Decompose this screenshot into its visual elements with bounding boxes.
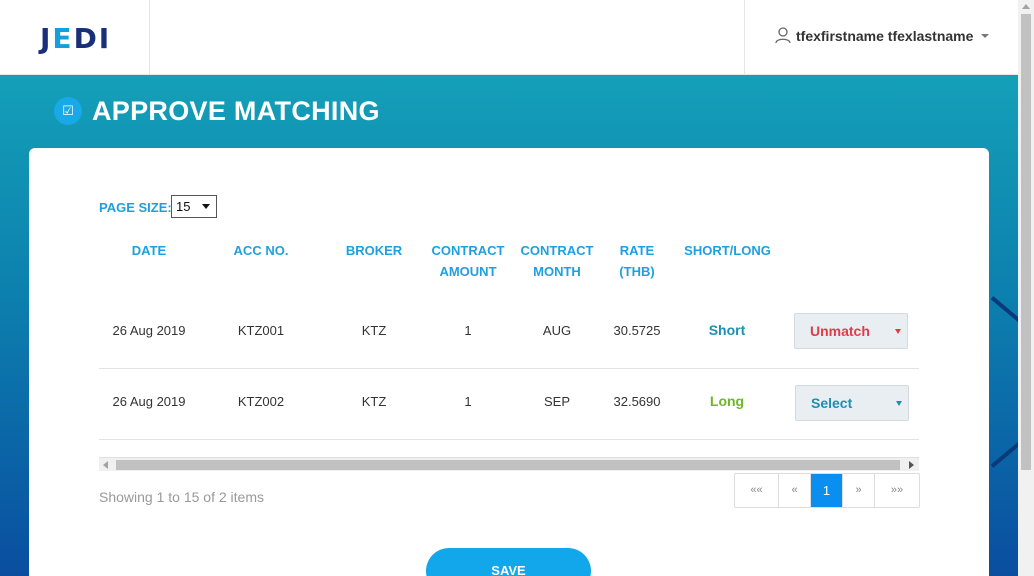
column-header-contract-amount-line1: CONTRACT <box>431 243 505 258</box>
column-header-date: DATE <box>131 243 167 258</box>
logo-cell: JEDI <box>0 0 150 75</box>
column-header-rate: RATE (THB) <box>610 240 664 282</box>
jedi-logo[interactable]: JEDI <box>40 22 111 55</box>
table-cell-short-long: Short <box>708 322 746 338</box>
user-menu[interactable]: tfexfirstname tfexlastname <box>744 0 1018 75</box>
user-name[interactable]: tfexfirstname tfexlastname <box>796 28 973 44</box>
pagination: «« « 1 » »» <box>734 473 920 508</box>
row-divider <box>99 368 919 369</box>
column-header-broker: BROKER <box>345 243 403 258</box>
table-cell-date: 26 Aug 2019 <box>112 323 186 338</box>
table-cell-contract-month: SEP <box>543 394 570 409</box>
table-cell-contract-amount: 1 <box>464 394 472 409</box>
page-1-button[interactable]: 1 <box>811 474 843 507</box>
scroll-right-icon[interactable] <box>909 461 914 469</box>
first-page-button[interactable]: «« <box>735 474 779 507</box>
dropdown-arrow-icon <box>895 329 901 334</box>
dropdown-arrow-icon <box>202 204 210 209</box>
column-header-rate-line2: (THB) <box>619 264 655 279</box>
column-header-contract-month: CONTRACT MONTH <box>519 240 595 282</box>
table-cell-broker: KTZ <box>361 394 387 409</box>
decorative-line <box>990 296 1018 338</box>
scroll-left-icon[interactable] <box>103 461 108 469</box>
save-button[interactable]: SAVE <box>426 548 591 576</box>
scrollbar-thumb[interactable] <box>116 460 900 470</box>
row-divider <box>99 439 919 440</box>
table-cell-rate: 32.5690 <box>613 394 661 409</box>
column-header-contract-month-line1: CONTRACT <box>520 243 594 258</box>
user-icon <box>775 27 791 44</box>
last-page-button[interactable]: »» <box>875 474 919 507</box>
column-header-acc-no: ACC NO. <box>233 243 289 258</box>
table-cell-broker: KTZ <box>361 323 387 338</box>
scrollbar-thumb[interactable] <box>1021 14 1031 470</box>
table-cell-acc-no: KTZ001 <box>237 323 285 338</box>
table-horizontal-scrollbar[interactable] <box>99 457 919 471</box>
scroll-up-icon[interactable] <box>1022 4 1030 9</box>
table-cell-contract-amount: 1 <box>464 323 472 338</box>
checkbox-icon: ☑ <box>54 97 82 125</box>
page-vertical-scrollbar[interactable] <box>1018 0 1034 576</box>
next-page-button[interactable]: » <box>843 474 875 507</box>
page-size-select[interactable]: 15 <box>171 195 217 218</box>
column-header-rate-line1: RATE <box>619 243 655 258</box>
match-action-select[interactable]: Select <box>795 385 909 421</box>
table-cell-date: 26 Aug 2019 <box>112 394 186 409</box>
decorative-line <box>990 426 1018 468</box>
column-header-short-long: SHORT/LONG <box>684 243 771 258</box>
dropdown-arrow-icon <box>896 401 902 406</box>
page-title: APPROVE MATCHING <box>92 96 380 126</box>
table-cell-acc-no: KTZ002 <box>237 394 285 409</box>
page-size-label: PAGE SIZE: <box>99 200 172 215</box>
table-cell-rate: 30.5725 <box>613 323 661 338</box>
match-action-value: Select <box>811 395 853 411</box>
prev-page-button[interactable]: « <box>779 474 811 507</box>
top-bar: JEDI tfexfirstname tfexlastname <box>0 0 1018 75</box>
showing-items-text: Showing 1 to 15 of 2 items <box>99 489 264 505</box>
column-header-contract-amount-line2: AMOUNT <box>439 264 497 279</box>
match-action-select[interactable]: Unmatch <box>794 313 908 349</box>
column-header-contract-amount: CONTRACT AMOUNT <box>430 240 506 282</box>
match-action-value: Unmatch <box>810 323 870 339</box>
chevron-down-icon[interactable] <box>981 34 989 38</box>
table-cell-short-long: Long <box>709 393 745 409</box>
column-header-contract-month-line2: MONTH <box>533 264 581 279</box>
page-size-value: 15 <box>176 199 191 214</box>
table-cell-contract-month: AUG <box>542 323 572 338</box>
